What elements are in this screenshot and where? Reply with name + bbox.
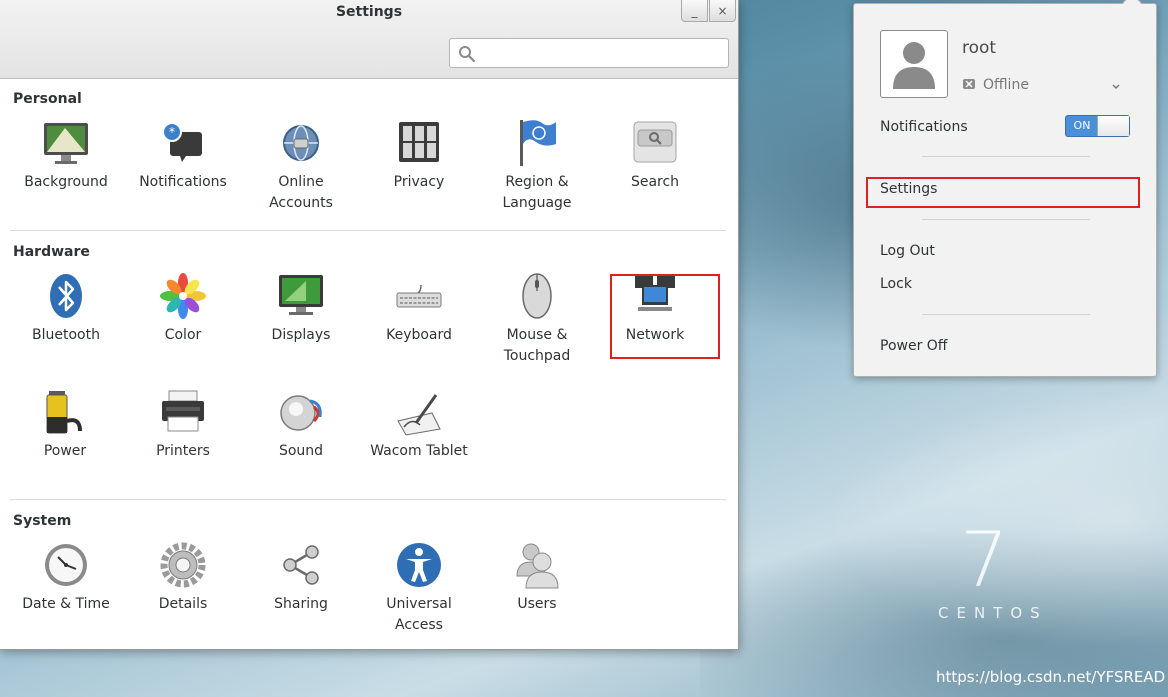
offline-status-icon bbox=[963, 79, 975, 89]
network-highlight-box bbox=[610, 274, 720, 359]
settings-window: Settings _ × Personal Background * Notif bbox=[0, 0, 739, 650]
settings-item-search[interactable]: Search bbox=[596, 118, 714, 193]
chevron-down-icon bbox=[1112, 84, 1120, 90]
settings-highlight-box bbox=[866, 177, 1140, 208]
minimize-button[interactable]: _ bbox=[681, 0, 708, 22]
watermark-url: https://blog.csdn.net/YFSREAD bbox=[936, 668, 1166, 686]
settings-item-mouse-touchpad[interactable]: Mouse & Touchpad bbox=[478, 271, 596, 367]
settings-item-label: Power bbox=[43, 443, 87, 459]
settings-item-label: Date & Time bbox=[22, 596, 110, 612]
settings-item-label: Mouse & Touchpad bbox=[503, 327, 571, 364]
settings-item-label: Search bbox=[630, 174, 680, 190]
sound-icon bbox=[280, 395, 322, 431]
toggle-knob bbox=[1097, 116, 1129, 136]
settings-item-users[interactable]: Users bbox=[478, 540, 596, 615]
region-language-icon bbox=[520, 120, 556, 166]
avatar[interactable] bbox=[880, 30, 948, 98]
section-divider bbox=[10, 230, 726, 231]
settings-item-label: Notifications bbox=[139, 174, 227, 190]
users-icon bbox=[516, 543, 559, 589]
settings-item-online-accounts[interactable]: Online Accounts bbox=[242, 118, 360, 214]
settings-item-label: Details bbox=[158, 596, 208, 612]
poweroff-menu-item[interactable]: Power Off bbox=[880, 338, 947, 354]
search-settings-icon bbox=[633, 121, 677, 163]
search-input[interactable] bbox=[449, 38, 729, 68]
section-title-personal: Personal bbox=[13, 91, 82, 107]
settings-item-sound[interactable]: Sound bbox=[242, 387, 360, 462]
window-title: Settings bbox=[335, 4, 403, 20]
settings-item-notifications[interactable]: * Notifications bbox=[124, 118, 242, 193]
section-title-system: System bbox=[13, 513, 72, 529]
gear-icon bbox=[160, 542, 206, 588]
displays-icon bbox=[279, 275, 323, 315]
settings-item-label: Keyboard bbox=[386, 327, 452, 343]
toggle-on-label: ON bbox=[1073, 119, 1091, 132]
background-icon bbox=[44, 123, 88, 164]
settings-item-label: Sound bbox=[278, 443, 324, 459]
window-titlebar[interactable]: Settings _ × bbox=[0, 0, 738, 79]
online-accounts-icon bbox=[283, 125, 319, 161]
notifications-toggle[interactable]: ON bbox=[1065, 115, 1130, 137]
settings-item-universal-access[interactable]: Universal Access bbox=[360, 540, 478, 636]
settings-item-label: Color bbox=[164, 327, 202, 343]
printers-icon bbox=[162, 390, 204, 432]
clock-icon bbox=[45, 544, 87, 586]
settings-item-displays[interactable]: Displays bbox=[242, 271, 360, 346]
settings-item-label: Region & Language bbox=[502, 174, 572, 211]
accessibility-icon bbox=[397, 543, 441, 587]
status-selector[interactable]: Offline bbox=[962, 76, 1122, 96]
power-icon bbox=[46, 391, 82, 434]
settings-item-label: Displays bbox=[271, 327, 331, 343]
settings-item-printers[interactable]: Printers bbox=[124, 387, 242, 462]
settings-item-color[interactable]: Color bbox=[124, 271, 242, 346]
centos-version-number: 7 bbox=[960, 515, 1009, 604]
settings-item-label: Universal Access bbox=[386, 596, 452, 633]
username-label: root bbox=[962, 38, 997, 58]
settings-item-bluetooth[interactable]: Bluetooth bbox=[7, 271, 125, 346]
settings-item-label: Sharing bbox=[274, 596, 328, 612]
status-label: Offline bbox=[983, 77, 1029, 93]
section-title-hardware: Hardware bbox=[13, 244, 90, 260]
search-icon bbox=[459, 46, 476, 63]
settings-item-background[interactable]: Background bbox=[7, 118, 125, 193]
settings-item-label: Privacy bbox=[393, 174, 445, 190]
settings-item-label: Online Accounts bbox=[269, 174, 333, 211]
color-icon bbox=[160, 273, 206, 319]
close-button[interactable]: × bbox=[709, 0, 736, 22]
settings-item-keyboard[interactable]: Keyboard bbox=[360, 271, 478, 346]
lock-menu-item[interactable]: Lock bbox=[880, 276, 912, 292]
share-icon bbox=[283, 545, 319, 585]
settings-item-date-time[interactable]: Date & Time bbox=[7, 540, 125, 615]
mouse-icon bbox=[522, 273, 552, 319]
user-avatar-icon bbox=[893, 42, 935, 89]
svg-text:*: * bbox=[169, 125, 175, 139]
settings-item-label: Background bbox=[24, 174, 108, 190]
settings-item-label: Wacom Tablet bbox=[370, 443, 468, 459]
settings-item-label: Users bbox=[517, 596, 557, 612]
centos-wordmark: CENTOS bbox=[938, 604, 1048, 622]
privacy-icon bbox=[399, 122, 439, 162]
notifications-icon: * bbox=[162, 122, 202, 162]
settings-item-label: Printers bbox=[156, 443, 210, 459]
settings-item-details[interactable]: Details bbox=[124, 540, 242, 615]
keyboard-icon bbox=[396, 284, 442, 308]
section-divider bbox=[10, 499, 726, 500]
wacom-tablet-icon bbox=[397, 394, 441, 436]
settings-item-wacom-tablet[interactable]: Wacom Tablet bbox=[360, 387, 478, 462]
settings-item-privacy[interactable]: Privacy bbox=[360, 118, 478, 193]
settings-item-region-language[interactable]: Region & Language bbox=[478, 118, 596, 214]
settings-item-power[interactable]: Power bbox=[6, 387, 124, 462]
menu-divider bbox=[922, 156, 1090, 157]
settings-item-label: Bluetooth bbox=[32, 327, 100, 343]
notifications-menu-label: Notifications bbox=[880, 119, 968, 135]
menu-divider bbox=[922, 219, 1090, 220]
menu-divider bbox=[922, 314, 1090, 315]
logout-menu-item[interactable]: Log Out bbox=[880, 243, 935, 259]
settings-item-sharing[interactable]: Sharing bbox=[242, 540, 360, 615]
bluetooth-icon bbox=[50, 274, 82, 318]
